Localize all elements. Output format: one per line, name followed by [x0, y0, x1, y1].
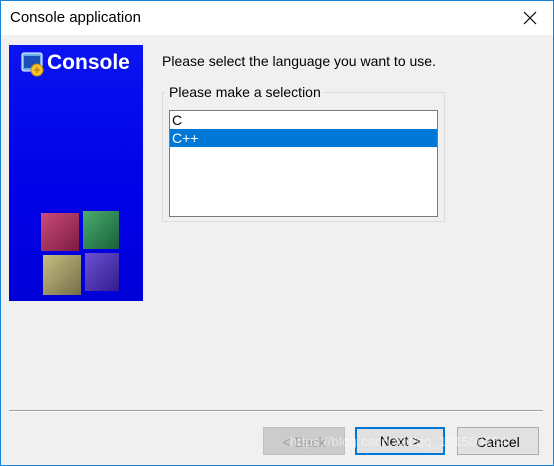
cancel-button[interactable]: Cancel: [457, 427, 539, 455]
banner-title: Console: [47, 51, 130, 74]
footer-separator: [9, 410, 543, 412]
title-bar: Console application: [1, 1, 553, 35]
back-button[interactable]: < Back: [263, 427, 345, 455]
groupbox-label: Please make a selection: [166, 84, 324, 100]
next-button[interactable]: Next >: [355, 427, 445, 455]
language-listbox[interactable]: C C++: [169, 110, 438, 217]
close-icon: [523, 11, 537, 25]
instruction-text: Please select the language you want to u…: [162, 53, 436, 69]
window-title: Console application: [10, 9, 141, 26]
console-app-icon: [21, 52, 44, 77]
close-button[interactable]: [507, 1, 553, 35]
wizard-banner: Console: [9, 45, 143, 301]
list-item-cpp[interactable]: C++: [170, 129, 437, 147]
list-item-c[interactable]: C: [170, 111, 437, 129]
code-blocks-logo-icon: [41, 211, 119, 295]
